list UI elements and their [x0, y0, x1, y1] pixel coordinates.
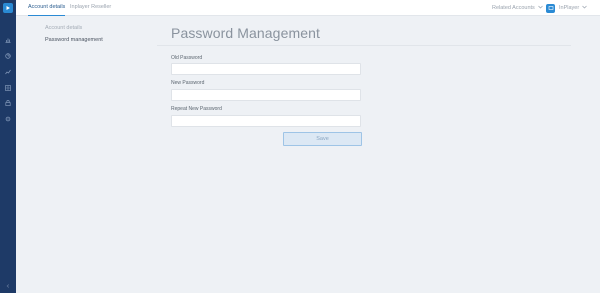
- tab-account-details[interactable]: Account details: [28, 0, 66, 16]
- repeat-password-label: Repeat New Password: [171, 106, 222, 112]
- new-password-label: New Password: [171, 80, 205, 86]
- grid-icon[interactable]: [5, 85, 11, 91]
- old-password-field[interactable]: [171, 63, 361, 75]
- chevron-down-icon: [582, 5, 587, 11]
- tab-inplayer-reseller[interactable]: Inplayer Reseller: [70, 0, 111, 16]
- sidebar-rail: [0, 0, 16, 293]
- related-accounts-dropdown[interactable]: Related Accounts: [492, 0, 543, 16]
- analytics-icon[interactable]: [5, 69, 11, 75]
- submenu-heading: Account details: [45, 25, 83, 31]
- old-password-label: Old Password: [171, 55, 203, 61]
- save-button[interactable]: Save: [283, 132, 362, 146]
- account-submenu: Account details Password management: [45, 25, 103, 43]
- lock-icon[interactable]: [5, 100, 11, 106]
- gear-icon[interactable]: [5, 116, 11, 122]
- play-logo-icon[interactable]: [3, 3, 13, 13]
- related-accounts-label: Related Accounts: [492, 5, 535, 11]
- page-title: Password Management: [171, 25, 320, 41]
- top-bar: Account details Inplayer Reseller Relate…: [16, 0, 600, 16]
- user-menu[interactable]: InPlayer: [546, 0, 587, 16]
- title-divider: [157, 45, 571, 46]
- chart-icon[interactable]: [5, 37, 11, 43]
- avatar: [546, 3, 555, 13]
- submenu-item-password-management[interactable]: Password management: [45, 37, 103, 43]
- repeat-password-field[interactable]: [171, 115, 361, 127]
- chevron-down-icon: [538, 5, 543, 11]
- new-password-field[interactable]: [171, 89, 361, 101]
- collapse-icon[interactable]: [5, 283, 11, 289]
- user-name: InPlayer: [559, 5, 580, 11]
- pie-chart-icon[interactable]: [5, 53, 11, 59]
